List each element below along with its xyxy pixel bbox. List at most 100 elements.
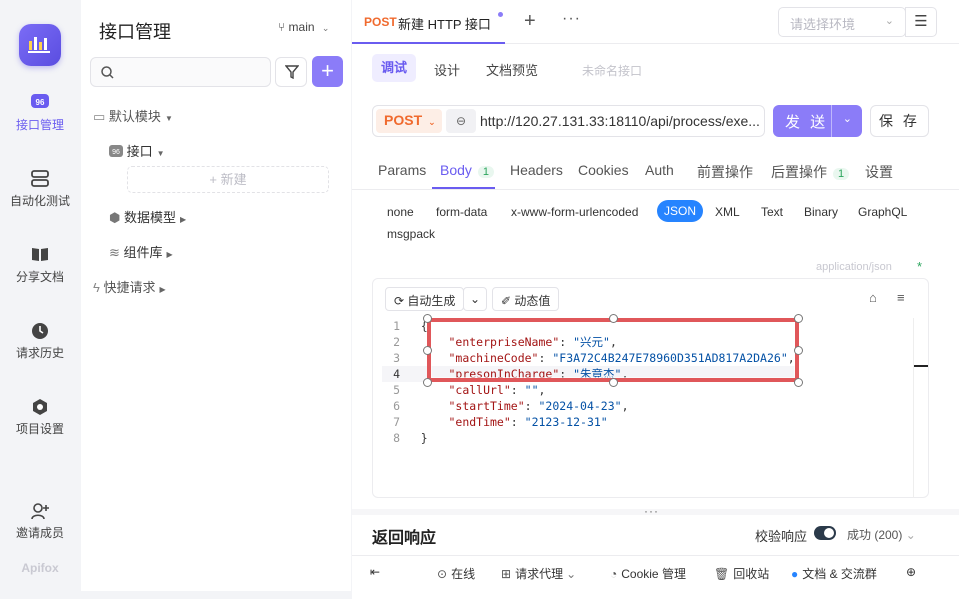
resize-handle[interactable]: [423, 346, 432, 355]
cookie-management[interactable]: ◔ Cookie 管理: [610, 565, 686, 582]
line-number: 2: [393, 335, 400, 349]
footer-label: 回收站: [733, 567, 770, 581]
rail-item-api-management[interactable]: 96 接口管理: [0, 94, 80, 133]
footer-label: 请求代理: [515, 567, 564, 581]
caret-right-icon: ▶: [159, 285, 166, 294]
tree-item-label: 默认模块: [108, 109, 161, 124]
add-button[interactable]: +: [312, 56, 343, 87]
brand-watermark: Apifox: [21, 561, 59, 575]
tab-cookies[interactable]: Cookies: [578, 162, 629, 178]
new-tab-button[interactable]: +: [524, 10, 536, 33]
rail-item-invite[interactable]: 邀请成员: [0, 502, 80, 541]
editor-scrollbar[interactable]: [913, 318, 929, 498]
body-type-graphql[interactable]: GraphQL: [858, 205, 907, 219]
body-type-binary[interactable]: Binary: [804, 205, 838, 219]
rail-item-automation[interactable]: 自动化测试: [0, 170, 80, 209]
rail-item-share-docs[interactable]: 分享文档: [0, 246, 80, 285]
rail-item-project-settings[interactable]: 项目设置: [0, 398, 80, 437]
tab-auth[interactable]: Auth: [645, 162, 674, 178]
environment-select[interactable]: 请选择环境 ⌄: [778, 7, 906, 37]
tree-search-input[interactable]: [90, 57, 271, 87]
rail-item-label: 请求历史: [15, 346, 64, 360]
tab-settings[interactable]: 设置: [865, 162, 893, 182]
collapse-sidebar-icon[interactable]: ⇤: [370, 565, 380, 579]
resize-handle[interactable]: [609, 378, 618, 387]
filter-button[interactable]: [275, 57, 307, 87]
online-status[interactable]: ⊙ 在线: [437, 565, 475, 582]
clean-icon[interactable]: ⌂: [869, 290, 877, 305]
body-type-xml[interactable]: XML: [715, 205, 740, 219]
tree-item-data-models[interactable]: ⬢ 数据模型 ▶: [109, 207, 186, 226]
resize-handle[interactable]: [794, 346, 803, 355]
save-button[interactable]: 保 存: [870, 105, 929, 137]
scroll-cursor-marker: [914, 365, 928, 367]
status-text: 成功 (200): [847, 528, 903, 542]
method-select[interactable]: POST ⌄: [376, 109, 442, 133]
auto-generate-button[interactable]: ⟳ 自动生成: [385, 287, 465, 311]
method-label: POST: [384, 112, 423, 128]
line-number: 7: [393, 415, 400, 429]
count-badge: 1: [833, 168, 850, 180]
resize-handle[interactable]: [794, 314, 803, 323]
code-line: 8 }: [382, 430, 795, 446]
link-icon[interactable]: ⊖: [446, 109, 476, 133]
more-icon[interactable]: ···: [562, 10, 581, 28]
body-type-none[interactable]: none: [387, 205, 414, 219]
book-icon: [31, 246, 49, 264]
environment-placeholder: 请选择环境: [790, 17, 856, 32]
button-label: 动态值: [514, 294, 551, 308]
auto-generate-dropdown[interactable]: ⌄: [463, 287, 487, 311]
resize-handle[interactable]: [794, 378, 803, 387]
body-type-json[interactable]: JSON: [657, 200, 704, 222]
tab-post-processors[interactable]: 后置操作 1: [771, 162, 850, 182]
chevron-down-icon[interactable]: ⌄: [843, 112, 852, 125]
trash-icon: 🗑: [714, 567, 730, 581]
tree-item-components[interactable]: ≋ 组件库 ▶: [109, 242, 173, 261]
docs-community[interactable]: ● 文档 & 交流群: [791, 565, 877, 582]
resize-handle[interactable]: [609, 314, 618, 323]
response-status-select[interactable]: 成功 (200) ⌄: [847, 526, 916, 543]
tab-divider: [352, 189, 959, 190]
rail-item-label: 自动化测试: [9, 194, 70, 208]
body-type-form-data[interactable]: form-data: [436, 205, 487, 219]
url-input[interactable]: http://120.27.131.33:18110/api/process/e…: [480, 113, 762, 129]
body-type-msgpack[interactable]: msgpack: [387, 227, 435, 241]
request-proxy[interactable]: ⊞ 请求代理 ⌄: [501, 565, 576, 582]
upload-icon[interactable]: ⊕: [906, 565, 916, 579]
resize-handle[interactable]: [423, 378, 432, 387]
tab-body[interactable]: Body 1: [440, 162, 495, 178]
app-logo-icon[interactable]: [19, 24, 61, 66]
tab-pre-processors[interactable]: 前置操作: [697, 162, 753, 182]
subtab-debug[interactable]: 调试: [372, 54, 416, 82]
tree-item-default-module[interactable]: ▭ 默认模块 ▼: [93, 106, 173, 125]
json-key: "endTime": [448, 415, 511, 429]
send-label: 发 送: [785, 114, 829, 131]
subtab-doc-preview[interactable]: 文档预览: [486, 60, 538, 79]
body-type-text[interactable]: Text: [761, 205, 783, 219]
subtab-design[interactable]: 设计: [434, 60, 460, 79]
code-line: 5 "callUrl": "",: [382, 382, 795, 398]
rail-item-history[interactable]: 请求历史: [0, 322, 80, 361]
dynamic-value-button[interactable]: ✐ 动态值: [492, 287, 560, 311]
tree-item-quick-request[interactable]: ϟ 快捷请求 ▶: [93, 277, 166, 296]
branch-selector[interactable]: ⑂ main ⌄: [278, 20, 329, 34]
caret-right-icon: ▶: [166, 250, 173, 259]
body-type-urlencoded[interactable]: x-www-form-urlencoded: [511, 205, 638, 219]
new-api-button[interactable]: + 新建: [127, 166, 329, 193]
resize-handle[interactable]: [423, 314, 432, 323]
add-user-icon: [31, 502, 49, 520]
doc-tab-new-http[interactable]: POST 新建 HTTP 接口: [352, 0, 505, 44]
tree-item-api-folder[interactable]: 96 接口 ▼: [109, 141, 165, 160]
tab-headers[interactable]: Headers: [510, 162, 563, 178]
recycle-bin[interactable]: 🗑 回收站: [714, 565, 769, 582]
menu-icon[interactable]: ☰: [905, 7, 937, 37]
line-number: 3: [393, 351, 400, 365]
panel-resize-handle[interactable]: ···: [352, 504, 959, 518]
caret-right-icon: ▶: [180, 215, 187, 224]
format-icon[interactable]: ≡: [897, 290, 905, 305]
verify-response-toggle[interactable]: [814, 526, 836, 540]
send-button[interactable]: 发 送 ⌄: [773, 105, 862, 137]
api-name-input[interactable]: 未命名接口: [582, 62, 642, 79]
content-type-label: application/json: [816, 261, 892, 273]
tab-params[interactable]: Params: [378, 162, 426, 178]
